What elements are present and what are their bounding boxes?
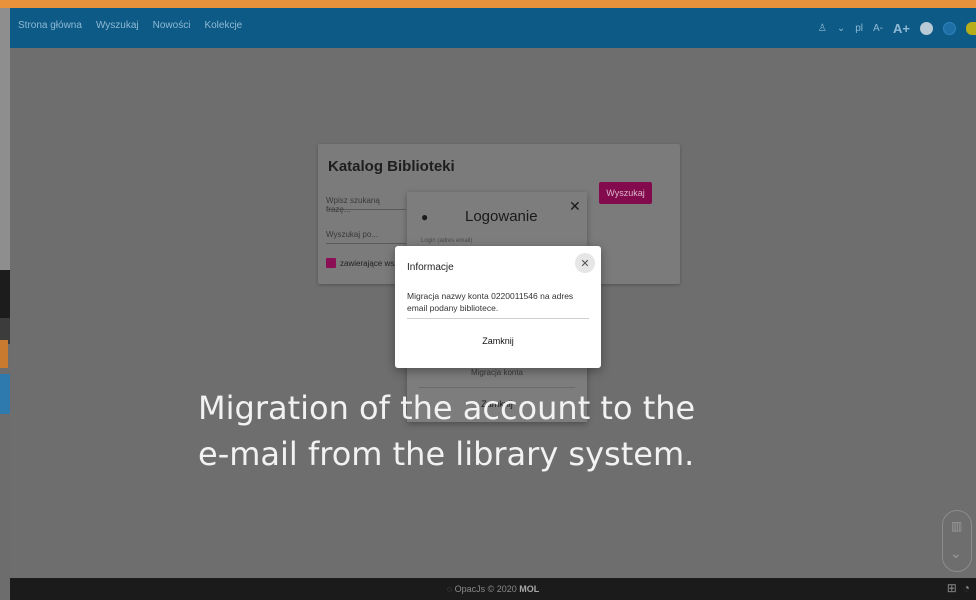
footer-copyright: ◌ OpacJs © 2020 MOL — [10, 584, 976, 594]
search-by-select[interactable]: Wyszukaj po... — [326, 224, 406, 244]
nav-tools: ♙ ⌄ pl A- A+ — [818, 17, 976, 39]
nav-news[interactable]: Nowości — [153, 20, 191, 31]
nav-collections[interactable]: Kolekcje — [204, 20, 242, 31]
close-icon[interactable]: ✕ — [575, 253, 595, 273]
footer: ◌ OpacJs © 2020 MOL ⊞ ◔ — [10, 578, 976, 600]
login-title: Logowanie — [465, 208, 538, 225]
migrate-account-link[interactable]: Migracja konta — [407, 368, 587, 377]
catalog-title: Katalog Biblioteki — [328, 158, 455, 175]
search-input[interactable]: Wpisz szukaną frazę... — [326, 190, 406, 214]
footer-brand: MOL — [519, 584, 540, 594]
checkbox-checked-icon[interactable] — [326, 258, 336, 268]
help-icon[interactable]: ◔ — [963, 581, 970, 595]
info-title: Informacje — [407, 262, 454, 273]
close-icon[interactable]: ✕ — [569, 198, 581, 215]
language-switch[interactable]: pl — [855, 23, 863, 34]
search-button[interactable]: Wyszukaj — [599, 182, 652, 204]
contrast-light-icon[interactable] — [920, 21, 933, 35]
left-strip-segment — [0, 340, 8, 368]
left-strip-segment — [0, 270, 10, 318]
caption-line-2: e-mail from the library system. — [198, 435, 695, 473]
info-dialog: Informacje ✕ Migracja nazwy konta 022001… — [395, 246, 601, 368]
footer-logo-icon: ◌ — [446, 584, 453, 594]
font-larger-button[interactable]: A+ — [893, 21, 910, 36]
scroll-grip-icon: ▥ — [951, 519, 963, 533]
top-accent-bar — [0, 0, 976, 8]
divider — [407, 318, 589, 319]
left-strip-segment — [0, 8, 10, 270]
footer-icons: ⊞ ◔ — [947, 581, 970, 595]
font-smaller-button[interactable]: A- — [873, 23, 883, 34]
footer-copy-text: OpacJs © 2020 — [454, 584, 517, 594]
info-message: Migracja nazwy konta 0220011546 na adres… — [407, 291, 574, 313]
top-navbar: Strona główna Wyszukaj Nowości Kolekcje … — [10, 8, 976, 48]
main-nav: Strona główna Wyszukaj Nowości Kolekcje — [18, 20, 242, 31]
contrast-yellow-icon[interactable] — [966, 21, 976, 35]
left-edge-strip — [0, 8, 12, 578]
info-close-button[interactable]: Zamknij — [395, 336, 601, 346]
nav-search[interactable]: Wyszukaj — [96, 20, 139, 31]
caption-line-1: Migration of the account to the — [198, 389, 696, 427]
chevron-down-icon[interactable]: ⌄ — [837, 23, 845, 34]
login-field-label: Login (adres email) — [421, 238, 473, 244]
user-icon[interactable]: ♙ — [818, 23, 827, 34]
nav-home[interactable]: Strona główna — [18, 20, 82, 31]
sitemap-icon[interactable]: ⊞ — [947, 581, 957, 595]
chevron-down-icon[interactable]: ⌄ — [950, 545, 962, 562]
scroll-widget[interactable]: ▥ ⌄ — [942, 510, 972, 572]
video-caption: Migration of the account to the e-mail f… — [198, 385, 818, 477]
person-icon: ● — [421, 210, 429, 224]
main-content: Katalog Biblioteki Wpisz szukaną frazę..… — [10, 48, 976, 578]
contrast-blue-icon[interactable] — [943, 21, 956, 35]
